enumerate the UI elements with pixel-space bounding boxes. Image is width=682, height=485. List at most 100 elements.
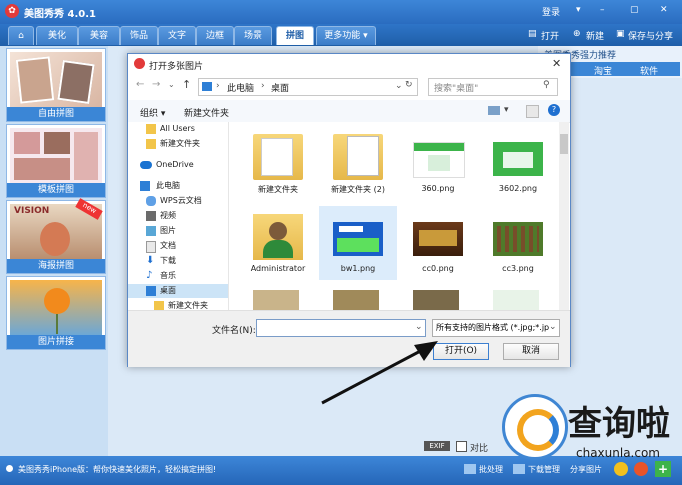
close-icon[interactable]: ✕	[660, 5, 668, 15]
file-list-scrollbar[interactable]	[559, 122, 569, 310]
nav-item-new-folder-2[interactable]: 新建文件夹	[128, 299, 228, 310]
template-collage-card[interactable]: 模板拼图	[6, 124, 106, 198]
maximize-icon[interactable]: ▢	[630, 5, 639, 15]
nav-item-all-users[interactable]: All Users	[128, 122, 228, 136]
nav-item-music[interactable]: ♪ 音乐	[128, 269, 228, 283]
compare-label[interactable]: 对比	[470, 441, 488, 454]
image-stitch-card[interactable]: 图片拼接	[6, 276, 106, 350]
new-icon[interactable]: ⊕	[573, 29, 581, 39]
file-item-bw1-png[interactable]: bw1.png	[319, 206, 397, 280]
file-item-3602-png[interactable]: 3602.png	[479, 126, 557, 200]
poster-collage-card[interactable]: VISION new 海报拼图	[6, 198, 106, 274]
compare-icon[interactable]	[456, 441, 467, 452]
cancel-button[interactable]: 取消	[503, 343, 559, 360]
tab-more-features[interactable]: 更多功能 ▾	[316, 26, 376, 45]
navigation-pane: All Users 新建文件夹 OneDrive 此电脑 WPS云文档 视频 图…	[128, 122, 229, 310]
watermark: 查询啦 chaxunla.com	[498, 390, 682, 485]
tab-border[interactable]: 边框	[196, 26, 234, 45]
nav-item-new-folder[interactable]: 新建文件夹	[128, 137, 228, 151]
save-share-button[interactable]: 保存与分享	[628, 29, 673, 42]
file-item-new-folder-2[interactable]: 新建文件夹 (2)	[319, 126, 397, 200]
nav-item-wps-cloud[interactable]: WPS云文档	[128, 194, 228, 208]
folder-icon	[146, 139, 156, 149]
refresh-icon[interactable]: ↻	[405, 80, 413, 90]
view-mode-icon[interactable]	[488, 106, 500, 115]
new-button[interactable]: 新建	[586, 29, 604, 42]
computer-icon	[140, 181, 150, 191]
promo-tab-software[interactable]: 软件	[640, 64, 658, 77]
help-icon[interactable]: ?	[548, 104, 560, 116]
tab-face[interactable]: 美容	[78, 26, 120, 45]
filename-dropdown-icon[interactable]: ⌄	[415, 322, 423, 332]
address-dropdown-icon[interactable]: ⌄	[395, 81, 403, 91]
document-icon	[146, 241, 156, 253]
file-item-administrator[interactable]: Administrator	[239, 206, 317, 280]
watermark-logo-icon	[502, 394, 568, 460]
exif-button[interactable]: EXIF	[424, 441, 450, 451]
forward-arrow-icon[interactable]: →	[152, 79, 160, 90]
scrollbar-thumb[interactable]	[560, 134, 568, 154]
breadcrumb-this-pc[interactable]: 此电脑	[227, 81, 254, 94]
watermark-text: 查询啦	[568, 404, 670, 444]
recent-dropdown-icon[interactable]: ⌄	[168, 80, 175, 89]
collage-mode-panel: 自由拼图 模板拼图 VISION new 海报拼图 图片拼接	[0, 46, 108, 456]
poster-collage-label: 海报拼图	[7, 259, 105, 273]
search-input[interactable]: 搜索"桌面" ⚲	[428, 78, 558, 96]
image-thumbnail	[413, 142, 465, 178]
address-bar[interactable]: › 此电脑 › 桌面 ⌄ ↻	[198, 78, 418, 96]
poster-collage-thumbnail: VISION new	[10, 198, 103, 260]
nav-item-downloads[interactable]: ⬇ 下载	[128, 254, 228, 268]
nav-item-documents[interactable]: 文档	[128, 239, 228, 253]
dialog-command-row: 组织 ▾ 新建文件夹 ▾ ?	[128, 100, 570, 123]
folder-icon	[146, 124, 156, 134]
nav-item-this-pc[interactable]: 此电脑	[128, 179, 228, 193]
up-arrow-icon[interactable]: ↑	[182, 78, 191, 91]
nav-item-pictures[interactable]: 图片	[128, 224, 228, 238]
nav-item-videos[interactable]: 视频	[128, 209, 228, 223]
partial-thumbnail	[253, 290, 299, 310]
nav-item-desktop[interactable]: 桌面	[128, 284, 228, 298]
image-thumbnail	[493, 222, 543, 256]
organize-button[interactable]: 组织 ▾	[140, 106, 165, 119]
file-item-360-png[interactable]: 360.png	[399, 126, 477, 200]
save-icon[interactable]: ▣	[616, 29, 625, 39]
home-icon[interactable]: ⌂	[8, 26, 34, 45]
minimize-icon[interactable]: –	[600, 5, 605, 15]
tab-collage[interactable]: 拼图	[276, 26, 314, 45]
tab-text[interactable]: 文字	[158, 26, 196, 45]
search-icon[interactable]: ⚲	[543, 80, 550, 90]
tab-scene[interactable]: 场景	[234, 26, 272, 45]
image-thumbnail	[493, 142, 543, 176]
view-dropdown-icon[interactable]: ▾	[504, 105, 509, 115]
menu-dropdown-icon[interactable]: ▾	[576, 5, 581, 15]
batch-icon[interactable]	[464, 464, 476, 474]
promo-tab-taobao[interactable]: 淘宝	[594, 64, 612, 77]
file-list-pane: 新建文件夹 新建文件夹 (2) 360.png 3602.png Adminis…	[229, 122, 559, 310]
app-title-bar: ✿ 美图秀秀 4.0.1 登录 ▾ – ▢ ✕	[0, 0, 682, 24]
open-icon[interactable]: ▤	[528, 29, 537, 39]
new-folder-button[interactable]: 新建文件夹	[184, 106, 229, 119]
folder-icon	[253, 134, 303, 180]
file-item-new-folder[interactable]: 新建文件夹	[239, 126, 317, 200]
image-thumbnail	[333, 222, 383, 256]
status-message[interactable]: 美图秀秀iPhone版：帮你快速美化照片，轻松搞定拼图!	[18, 464, 216, 475]
dialog-close-icon[interactable]: ✕	[552, 57, 561, 70]
file-item-cc3-png[interactable]: cc3.png	[479, 206, 557, 280]
image-stitch-thumbnail	[10, 280, 102, 336]
free-collage-label: 自由拼图	[7, 107, 105, 121]
tab-beautify[interactable]: 美化	[36, 26, 78, 45]
tab-accessories[interactable]: 饰品	[120, 26, 158, 45]
free-collage-card[interactable]: 自由拼图	[6, 48, 106, 122]
file-item-cc0-png[interactable]: cc0.png	[399, 206, 477, 280]
filetype-dropdown-icon[interactable]: ⌄	[549, 322, 557, 332]
login-link[interactable]: 登录	[542, 5, 560, 18]
nav-item-onedrive[interactable]: OneDrive	[128, 158, 228, 172]
filetype-select[interactable]: 所有支持的图片格式 (*.jpg;*.jp ⌄	[432, 319, 560, 337]
back-arrow-icon[interactable]: ←	[136, 79, 144, 90]
open-button[interactable]: 打开	[541, 29, 559, 42]
preview-pane-icon[interactable]	[526, 105, 539, 118]
desktop-icon	[146, 286, 156, 296]
breadcrumb-desktop[interactable]: 桌面	[271, 81, 289, 94]
filename-label: 文件名(N):	[212, 326, 256, 336]
computer-icon	[202, 82, 212, 91]
